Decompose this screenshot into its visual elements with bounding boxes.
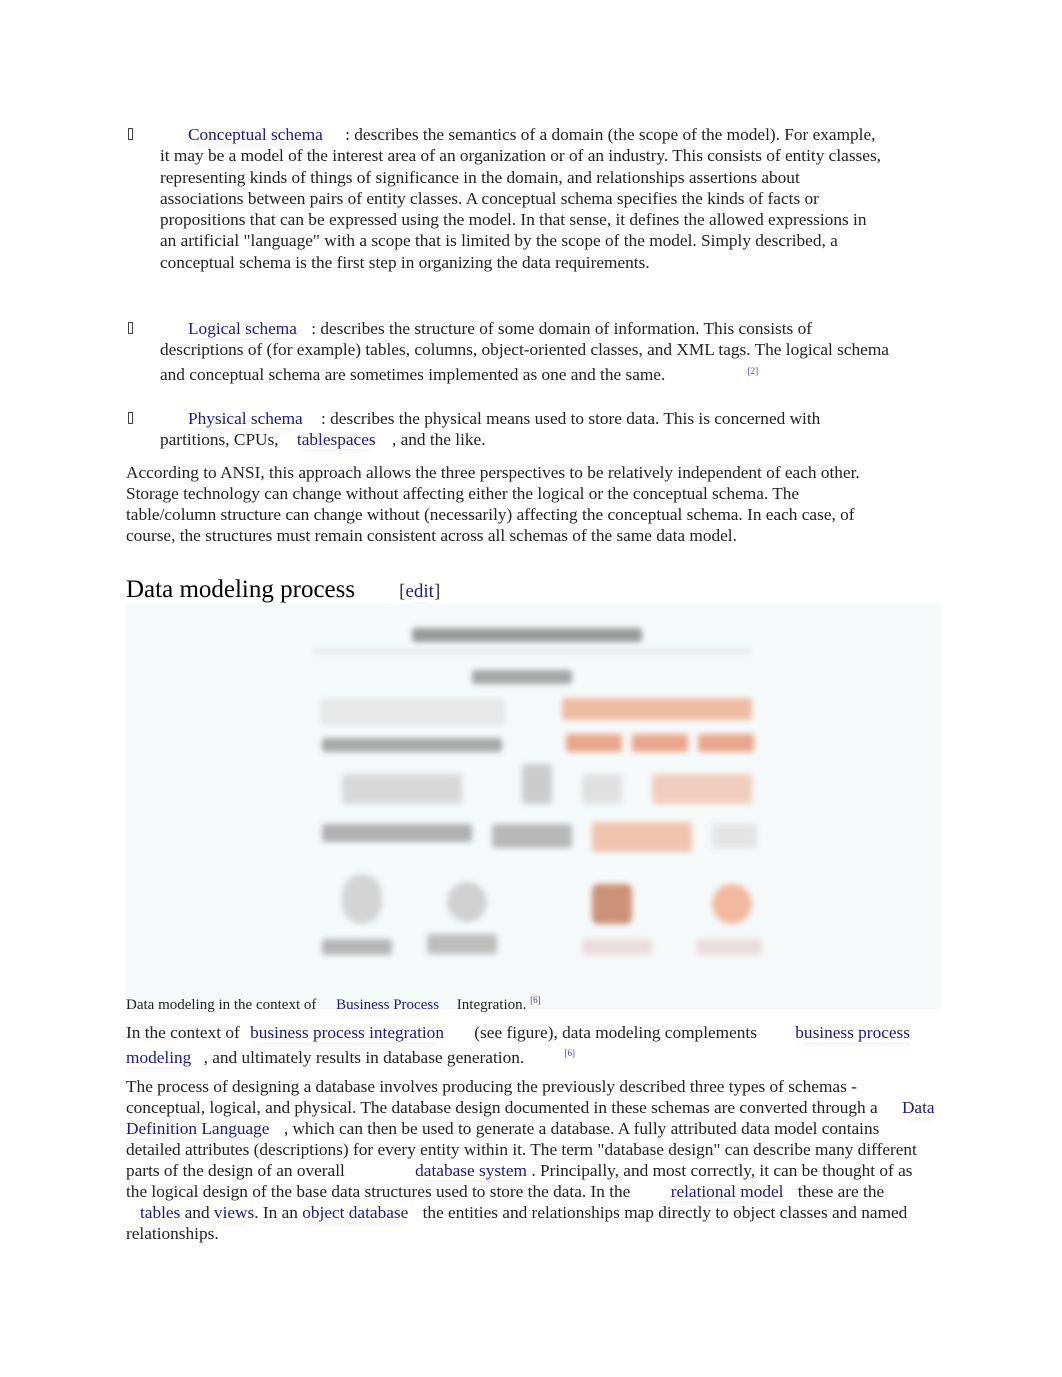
diagram-node-highlight: [566, 734, 622, 752]
bullet-icon: [128, 412, 133, 424]
diagram-node: [582, 939, 652, 955]
database-system-link[interactable]: database system: [415, 1161, 527, 1180]
diagram-node-highlight: [698, 734, 754, 752]
diagram-node-highlight: [632, 734, 688, 752]
list-item-conceptual-schema: Conceptual schema : describes the semant…: [126, 124, 886, 273]
diagram-node: [322, 824, 472, 842]
figure-caption: Data modeling in the context of Business…: [126, 995, 541, 1013]
section-title: Data modeling process: [126, 576, 356, 603]
conceptual-schema-text: : describes the semantics of a domain (t…: [160, 125, 881, 272]
bullet-icon: [128, 128, 133, 140]
list-item-logical-schema: Logical schema : describes the structure…: [126, 318, 889, 386]
diagram-node-highlight: [592, 884, 632, 924]
diagram-node: [427, 934, 497, 954]
diagram-node: [522, 764, 552, 804]
diagram-node: [697, 939, 762, 955]
bullet-icon: [128, 322, 133, 334]
logical-schema-link[interactable]: Logical schema: [188, 319, 297, 338]
conceptual-schema-link[interactable]: Conceptual schema: [188, 125, 323, 144]
tables-link[interactable]: tables: [140, 1203, 180, 1222]
diagram-node-highlight: [652, 774, 752, 804]
physical-schema-text-end: , and the like.: [391, 430, 486, 450]
diagram-node: [712, 824, 757, 848]
section-heading: Data modeling process [edit]: [126, 576, 440, 604]
relational-model-link[interactable]: relational model: [671, 1182, 784, 1201]
business-model-integration-figure[interactable]: [126, 604, 941, 1009]
diagram-title: [412, 628, 642, 642]
diagram-node-highlight: [712, 884, 752, 924]
list-item-physical-schema: Physical schema : describes the physical…: [126, 408, 886, 451]
tablespaces-link[interactable]: tablespaces: [297, 430, 376, 449]
diagram-node-highlight: [562, 698, 752, 720]
physical-schema-link[interactable]: Physical schema: [188, 409, 303, 428]
views-link[interactable]: views: [214, 1203, 254, 1222]
database-design-paragraph: The process of designing a database invo…: [126, 1077, 935, 1243]
business-process-integration-link[interactable]: business process integration: [250, 1023, 444, 1042]
business-process-link[interactable]: Business Process: [336, 997, 439, 1013]
edit-section: [edit]: [399, 581, 441, 602]
diagram-image: [312, 614, 762, 964]
diagram-node-highlight: [592, 822, 692, 852]
diagram-node: [322, 738, 502, 752]
diagram-node: [447, 882, 487, 922]
reference-2-link[interactable]: [2]: [748, 366, 759, 376]
reference-6-link-2[interactable]: [6]: [565, 1048, 576, 1058]
diagram-node: [492, 824, 572, 848]
diagram-rule: [312, 650, 752, 653]
bpi-paragraph: In the context of business process integ…: [126, 1023, 910, 1067]
reference-6-link[interactable]: [6]: [530, 995, 541, 1005]
diagram-node: [582, 774, 622, 804]
diagram-node: [472, 670, 572, 684]
ansi-paragraph: According to ANSI, this approach allows …: [126, 463, 860, 545]
edit-link[interactable]: edit: [405, 581, 434, 602]
diagram-node: [342, 874, 382, 924]
diagram-node: [322, 939, 392, 955]
object-database-link[interactable]: object database: [302, 1203, 408, 1222]
diagram-node: [342, 774, 462, 804]
diagram-node: [322, 700, 504, 724]
